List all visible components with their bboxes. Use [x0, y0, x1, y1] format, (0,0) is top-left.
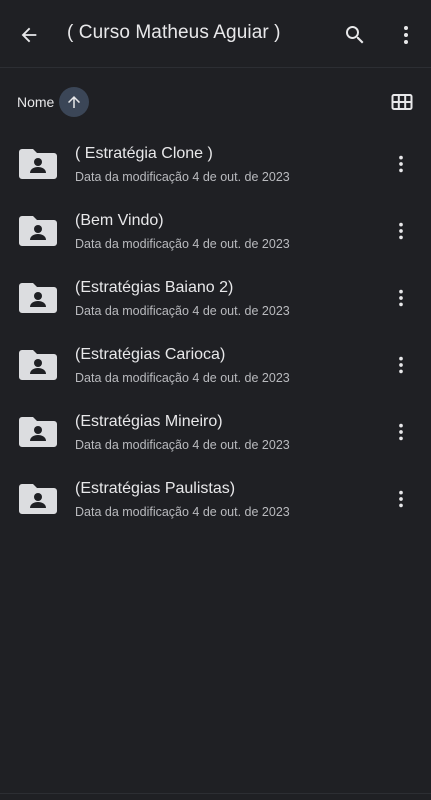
folder-row[interactable]: ( Estratégia Clone ) Data da modificação…	[0, 130, 431, 197]
folder-name: (Bem Vindo)	[75, 212, 164, 229]
folder-row[interactable]: (Estratégias Carioca) Data da modificaçã…	[0, 331, 431, 398]
shared-folder-icon	[19, 484, 57, 514]
folder-name: (Estratégias Baiano 2)	[75, 279, 234, 296]
more-vertical-icon	[399, 155, 403, 173]
shared-folder-icon	[19, 149, 57, 179]
folder-more-button[interactable]	[387, 150, 415, 178]
folder-more-button[interactable]	[387, 351, 415, 379]
folder-name: (Estratégias Carioca)	[75, 346, 226, 363]
overflow-menu-button[interactable]	[391, 20, 421, 50]
grid-view-icon	[391, 94, 413, 110]
shared-folder-icon	[19, 283, 57, 313]
folder-modified-date: Data da modificação 4 de out. de 2023	[75, 170, 290, 184]
sort-by-name-button[interactable]: Nome	[17, 94, 54, 110]
folder-title: ( Curso Matheus Aguiar )	[67, 22, 281, 43]
shared-folder-icon	[19, 417, 57, 447]
drive-folder-screen: ( Curso Matheus Aguiar ) Nome (Estratég…	[0, 0, 431, 800]
more-vertical-icon	[399, 490, 403, 508]
folder-name: (Estratégias Mineiro)	[75, 413, 223, 430]
arrow-up-icon	[68, 96, 80, 108]
shared-folder-icon	[19, 216, 57, 246]
folder-modified-date: Data da modificação 4 de out. de 2023	[75, 237, 290, 251]
folder-name: ( Estratégia Clone )	[75, 145, 213, 162]
arrow-left-icon	[21, 27, 37, 43]
folder-row[interactable]: (Bem Vindo) Data da modificação 4 de out…	[0, 197, 431, 264]
shared-folder-icon	[19, 350, 57, 380]
more-vertical-icon	[399, 356, 403, 374]
top-app-bar: ( Curso Matheus Aguiar )	[0, 0, 431, 68]
folder-modified-date: Data da modificação 4 de out. de 2023	[75, 505, 290, 519]
folder-modified-date: Data da modificação 4 de out. de 2023	[75, 438, 290, 452]
folder-more-button[interactable]	[387, 485, 415, 513]
back-button[interactable]	[14, 20, 44, 50]
search-button[interactable]	[340, 20, 370, 50]
more-vertical-icon	[399, 289, 403, 307]
folder-list: ( Estratégia Clone ) Data da modificação…	[0, 130, 431, 532]
folder-modified-date: Data da modificação 4 de out. de 2023	[75, 371, 290, 385]
more-vertical-icon	[399, 222, 403, 240]
folder-row[interactable]: (Estratégias Baiano 2) Data da modificaç…	[0, 264, 431, 331]
bottom-divider	[0, 793, 431, 794]
folder-more-button[interactable]	[387, 217, 415, 245]
folder-modified-date: Data da modificação 4 de out. de 2023	[75, 304, 290, 318]
more-vertical-icon	[399, 423, 403, 441]
grid-view-button[interactable]	[388, 89, 416, 115]
folder-more-button[interactable]	[387, 418, 415, 446]
more-vertical-icon	[404, 26, 408, 44]
folder-name: (Estratégias Paulistas)	[75, 480, 236, 497]
search-icon	[346, 26, 364, 44]
folder-row[interactable]: (Estratégias Paulistas) Data da modifica…	[0, 465, 431, 532]
folder-more-button[interactable]	[387, 284, 415, 312]
sort-direction-button[interactable]	[59, 87, 89, 117]
folder-row[interactable]: (Estratégias Mineiro) Data da modificaçã…	[0, 398, 431, 465]
